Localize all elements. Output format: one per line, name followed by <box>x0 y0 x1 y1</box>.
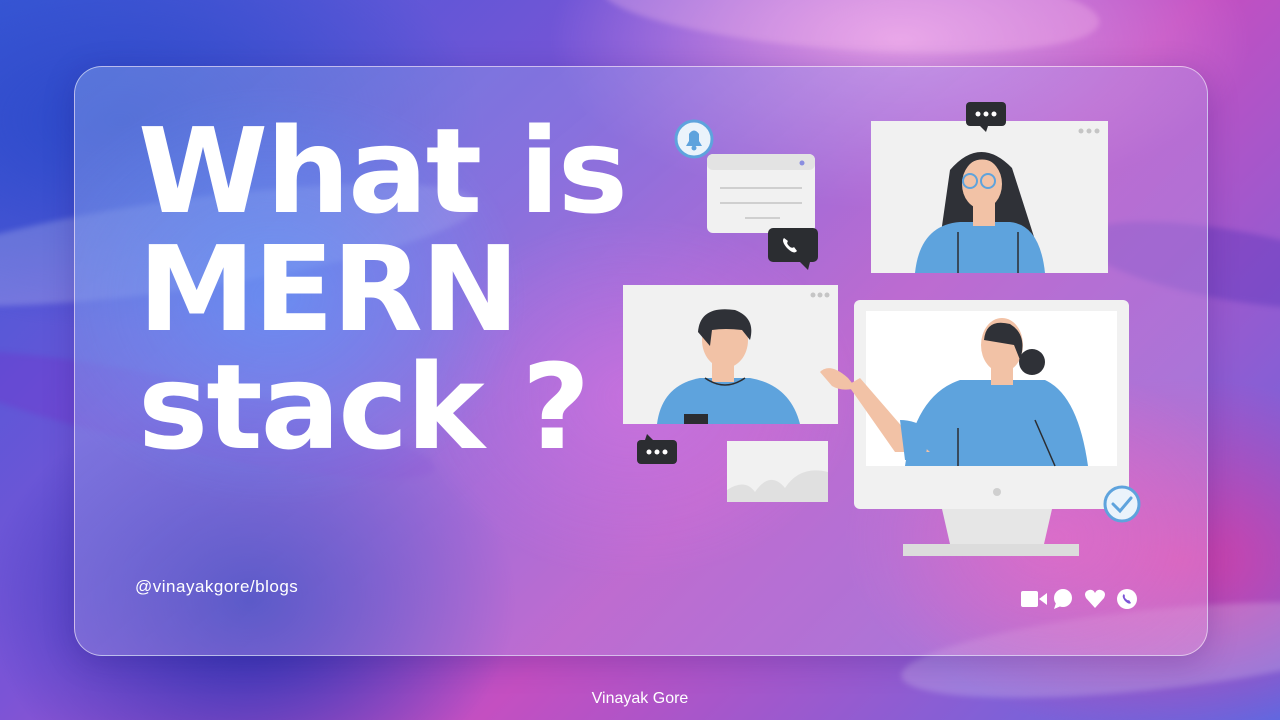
message-window <box>707 154 815 233</box>
chart-window <box>727 441 828 502</box>
chat-icon[interactable] <box>1052 588 1074 610</box>
chat-dots-icon <box>637 434 677 464</box>
phone-call-icon <box>768 228 818 270</box>
social-icons <box>1020 588 1138 610</box>
phone-icon[interactable] <box>1116 588 1138 610</box>
check-icon <box>1103 485 1141 523</box>
headline-line-2: MERN <box>138 220 520 358</box>
heart-icon[interactable] <box>1084 588 1106 610</box>
headline-line-1: What is <box>138 102 628 240</box>
author-name: Vinayak Gore <box>591 690 689 707</box>
headline-line-3: stack ? <box>138 338 590 476</box>
monitor <box>820 300 1129 556</box>
bell-icon <box>674 119 714 159</box>
blog-handle: @vinayakgore/blogs <box>135 577 299 596</box>
video-icon[interactable] <box>1020 588 1047 610</box>
headline: What is MERN stack ? <box>138 102 628 476</box>
participant-window-left <box>623 285 838 424</box>
video-call-illustration <box>623 102 1141 556</box>
bg-stripe <box>597 0 1103 68</box>
participant-window-top <box>871 121 1108 273</box>
